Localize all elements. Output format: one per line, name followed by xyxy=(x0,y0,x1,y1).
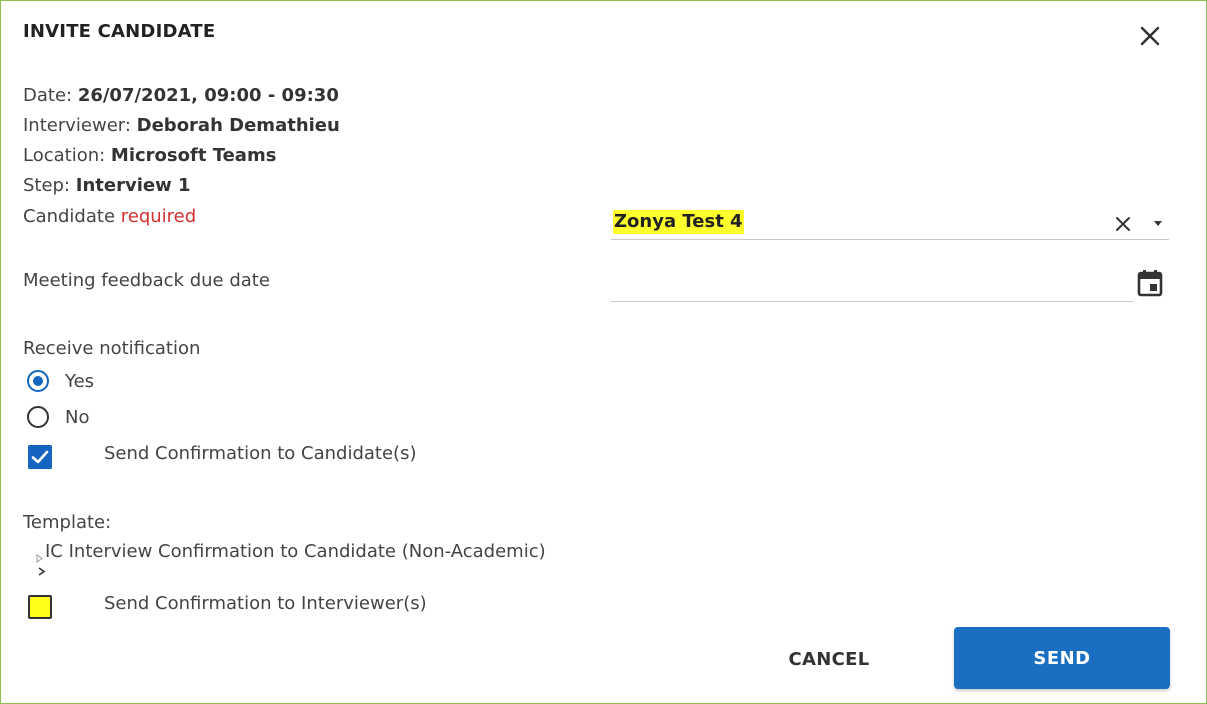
location-line: Location: Microsoft Teams xyxy=(23,145,276,166)
dropdown-arrow-icon[interactable] xyxy=(1151,216,1165,230)
interviewer-label: Interviewer: xyxy=(23,115,137,136)
radio-no-circle[interactable] xyxy=(27,406,49,428)
feedback-due-date-input[interactable] xyxy=(611,265,1133,302)
feedback-due-label: Meeting feedback due date xyxy=(23,270,270,291)
clear-icon[interactable] xyxy=(1114,215,1132,233)
confirm-candidate-checkbox[interactable] xyxy=(28,445,52,469)
radio-yes[interactable]: Yes xyxy=(27,370,94,392)
interviewer-line: Interviewer: Deborah Demathieu xyxy=(23,115,340,136)
step-value: Interview 1 xyxy=(75,175,191,196)
close-icon[interactable] xyxy=(1135,21,1165,51)
send-button[interactable]: SEND xyxy=(954,627,1170,689)
candidate-line: Candidate required xyxy=(23,206,196,227)
template-value: IC Interview Confirmation to Candidate (… xyxy=(45,541,546,562)
step-line: Step: Interview 1 xyxy=(23,175,191,196)
candidate-label: Candidate xyxy=(23,206,116,227)
calendar-icon[interactable] xyxy=(1137,269,1163,297)
interviewer-value: Deborah Demathieu xyxy=(136,115,340,136)
radio-no-label: No xyxy=(65,406,90,428)
dialog-title: INVITE CANDIDATE xyxy=(23,21,216,42)
confirm-candidate-label: Send Confirmation to Candidate(s) xyxy=(104,443,417,464)
date-value: 26/07/2021, 09:00 - 09:30 xyxy=(77,85,339,106)
template-label: Template: xyxy=(23,512,112,533)
radio-yes-label: Yes xyxy=(65,370,95,392)
step-label: Step: xyxy=(23,175,76,196)
radio-yes-circle[interactable] xyxy=(27,370,49,392)
confirm-interviewer-label: Send Confirmation to Interviewer(s) xyxy=(104,593,427,614)
invite-candidate-dialog: INVITE CANDIDATE Date: 26/07/2021, 09:00… xyxy=(0,0,1207,704)
candidate-select-value[interactable]: Zonya Test 4 xyxy=(613,210,744,234)
radio-no[interactable]: No xyxy=(27,406,89,428)
date-label: Date: xyxy=(23,85,78,106)
receive-notification-label: Receive notification xyxy=(23,338,201,359)
confirm-interviewer-checkbox[interactable] xyxy=(28,595,52,619)
cancel-button[interactable]: CANCEL xyxy=(761,629,897,689)
date-line: Date: 26/07/2021, 09:00 - 09:30 xyxy=(23,85,339,106)
location-value: Microsoft Teams xyxy=(110,145,277,166)
location-label: Location: xyxy=(23,145,111,166)
required-indicator: required xyxy=(120,206,197,227)
expand-chevron-icon[interactable] xyxy=(36,553,50,579)
